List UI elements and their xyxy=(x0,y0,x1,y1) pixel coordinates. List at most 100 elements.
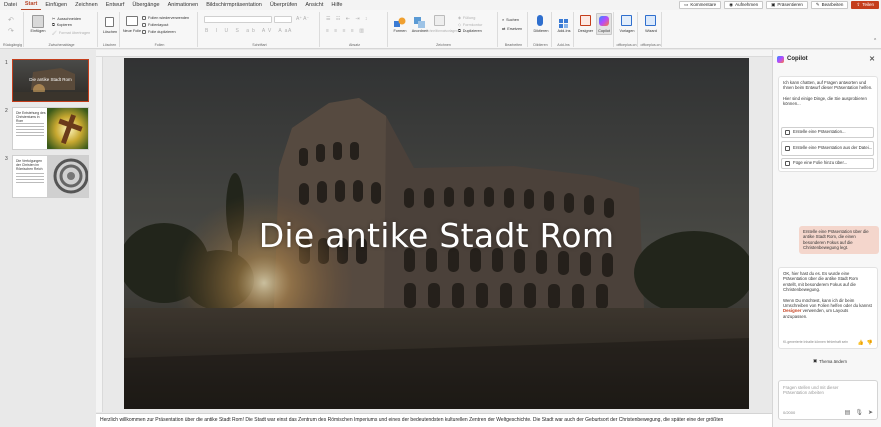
tab-hilfe[interactable]: Hilfe xyxy=(327,0,346,10)
copilot-title: Copilot xyxy=(787,56,808,62)
palette-icon: ▣ xyxy=(813,358,818,363)
shapes-button[interactable]: Formen xyxy=(390,29,410,33)
addins-button[interactable]: Add-Ins xyxy=(554,29,574,33)
ribbon-collapse-icon[interactable]: ⌃ xyxy=(873,38,877,44)
format-painter-button[interactable]: 🖌 Format übertragen xyxy=(52,30,90,36)
paste-button[interactable]: Einfügen xyxy=(28,29,48,33)
font-size-dropdown[interactable] xyxy=(274,16,292,23)
suggestion-create-presentation[interactable]: Erstelle eine Präsentation... xyxy=(781,127,874,138)
ribbon: ↶ ↷ Rückgängig Einfügen ✂ Ausschneiden ⧉ K… xyxy=(0,10,881,49)
font-color-icon[interactable]: A xyxy=(288,28,291,34)
slide-thumbnail-2[interactable]: Die Entstehung des Christentums in Rom xyxy=(12,107,89,150)
comments-button[interactable]: ▭ Kommentare xyxy=(679,1,722,9)
designer-link[interactable]: Designer xyxy=(783,308,801,313)
wizard-icon[interactable] xyxy=(645,15,656,26)
tab-entwurf[interactable]: Entwurf xyxy=(102,0,129,10)
cut-button[interactable]: ✂ Ausschneiden xyxy=(52,16,81,22)
close-icon[interactable]: ✕ xyxy=(869,55,875,63)
slide-thumbnail-3[interactable]: Die Verfolgungen der Christen im Römisch… xyxy=(12,155,89,198)
user-message-bubble: Erstelle eine Präsentation über die anti… xyxy=(799,226,879,254)
templates-icon[interactable] xyxy=(621,15,632,26)
prompt-guide-icon[interactable]: ▤ xyxy=(845,409,851,416)
file-icon xyxy=(785,146,790,151)
outline-button[interactable]: ◇ Formkontur xyxy=(458,22,482,28)
font-style-buttons[interactable]: B I U S ab AV Aa xyxy=(205,28,290,34)
slide-thumbnail-1[interactable]: Die antike Stadt Rom xyxy=(12,59,89,102)
microphone-icon[interactable] xyxy=(537,15,543,26)
arrange-icon[interactable] xyxy=(414,15,425,28)
layout-button[interactable]: Folienlayout xyxy=(142,23,168,27)
duplicate-shape-icon: ⧉ xyxy=(458,29,461,33)
shapes-icon[interactable] xyxy=(394,15,406,27)
duplicate-button[interactable]: ⧉ Duplizieren xyxy=(458,29,482,33)
thumb-text-lines xyxy=(16,171,44,195)
present-icon: ▣ xyxy=(771,2,776,7)
horizontal-ruler xyxy=(96,50,772,57)
clipboard-group: Einfügen ✂ Ausschneiden ⧉ Kopieren 🖌 Format… xyxy=(26,12,98,47)
new-slide-button[interactable]: Neue Folie xyxy=(122,29,142,33)
record-button[interactable]: ◉ Aufnehmen xyxy=(724,1,764,9)
reuse-slides-button[interactable]: Folien wiederverwenden xyxy=(142,16,189,20)
speaker-notes[interactable]: Herzlich willkommen zur Präsentation übe… xyxy=(96,413,772,427)
list-buttons[interactable]: ☰ ☷ ⇤ ⇥ ↕ xyxy=(326,16,369,22)
duplicate-slide-button[interactable]: Folie duplizieren xyxy=(142,30,176,34)
new-slide-icon[interactable] xyxy=(126,16,138,26)
input-actions: ▤ 🎙 ➤ xyxy=(845,409,873,416)
slide-canvas[interactable]: Die antike Stadt Rom xyxy=(124,58,749,409)
reuse-icon xyxy=(142,16,146,20)
tab-ansicht[interactable]: Ansicht xyxy=(301,0,327,10)
copilot-button[interactable]: Copilot xyxy=(595,29,613,33)
copy-button[interactable]: ⧉ Kopieren xyxy=(52,23,72,27)
delete-icon[interactable] xyxy=(105,17,114,27)
tab-ueberpruefen[interactable]: Überprüfen xyxy=(266,0,302,10)
vertical-ruler xyxy=(96,57,103,412)
slide-title[interactable]: Die antike Stadt Rom xyxy=(124,216,749,255)
presentation-icon xyxy=(785,130,790,135)
templates-button[interactable]: Vorlagen xyxy=(616,29,638,33)
find-button[interactable]: ⌕ Suchen xyxy=(502,18,519,22)
delete-button[interactable]: Löschen xyxy=(100,30,120,34)
grow-font-icon[interactable]: A⁺ A⁻ xyxy=(296,16,309,22)
quick-styles-button[interactable]: Schnellformatvorlagen xyxy=(426,29,458,33)
thumbs-up-icon[interactable]: 👍 xyxy=(858,340,864,346)
tab-bildschirmpraesentation[interactable]: Bildschirmpräsentation xyxy=(202,0,266,10)
font-name-dropdown[interactable] xyxy=(204,16,272,23)
tab-einfuegen[interactable]: Einfügen xyxy=(41,0,71,10)
tab-animationen[interactable]: Animationen xyxy=(164,0,203,10)
tab-datei[interactable]: Datei xyxy=(0,0,21,10)
edit-mode-button[interactable]: ✎ Bearbeiten xyxy=(810,1,849,9)
present-button[interactable]: ▣ Präsentieren xyxy=(766,1,808,9)
change-theme-button[interactable]: ▣ Thema ändern xyxy=(813,358,847,364)
copilot-icon[interactable] xyxy=(599,16,609,26)
share-button[interactable]: ⇪ Teilen xyxy=(851,1,879,9)
suggestion-add-slide[interactable]: Füge eine Folie hinzu über... xyxy=(781,158,874,169)
quick-styles-icon[interactable] xyxy=(434,15,445,26)
copilot-reply-1: OK, hier hast du es. Es wurde eine Präse… xyxy=(783,271,859,293)
undo-icon[interactable]: ↶ xyxy=(8,16,14,24)
wizard-button[interactable]: Wizard xyxy=(640,29,662,33)
designer-icon[interactable] xyxy=(580,15,591,26)
send-icon[interactable]: ➤ xyxy=(868,409,873,416)
copilot-header: Copilot ✕ xyxy=(777,54,877,64)
tab-zeichnen[interactable]: Zeichnen xyxy=(71,0,102,10)
cross-thumbnail-image xyxy=(47,108,88,149)
char-count: 0/2000 xyxy=(783,410,796,415)
microphone-input-icon[interactable]: 🎙 xyxy=(855,409,863,416)
tab-start[interactable]: Start xyxy=(20,0,42,10)
designer-button[interactable]: Designer xyxy=(576,29,595,33)
thumbs-down-icon[interactable]: 👎 xyxy=(867,340,873,346)
paste-icon[interactable] xyxy=(32,15,44,28)
suggestion-create-from-file[interactable]: Erstelle eine Präsentation aus der Datei… xyxy=(781,141,874,156)
replace-button[interactable]: ⇄ Ersetzen xyxy=(502,26,522,32)
copilot-input[interactable]: Fragen stellen und mit dieser Präsentati… xyxy=(778,380,878,420)
redo-icon[interactable]: ↷ xyxy=(8,27,14,35)
outline-icon: ◇ xyxy=(458,23,461,27)
tab-uebergaenge[interactable]: Übergänge xyxy=(128,0,163,10)
editing-group: ⌕ Suchen ⇄ Ersetzen Bearbeiten xyxy=(500,12,528,47)
brush-icon: 🖌 xyxy=(52,31,57,35)
fill-button[interactable]: ◈ Füllung xyxy=(458,15,475,21)
align-buttons[interactable]: ≡ ≡ ≡ ≡ ▥ xyxy=(326,28,366,34)
copilot-prompt-text: Hier sind einige Dinge, die Sie ausprobi… xyxy=(783,95,867,107)
dictate-button[interactable]: Diktieren xyxy=(530,29,552,33)
addins-icon[interactable] xyxy=(559,16,569,28)
